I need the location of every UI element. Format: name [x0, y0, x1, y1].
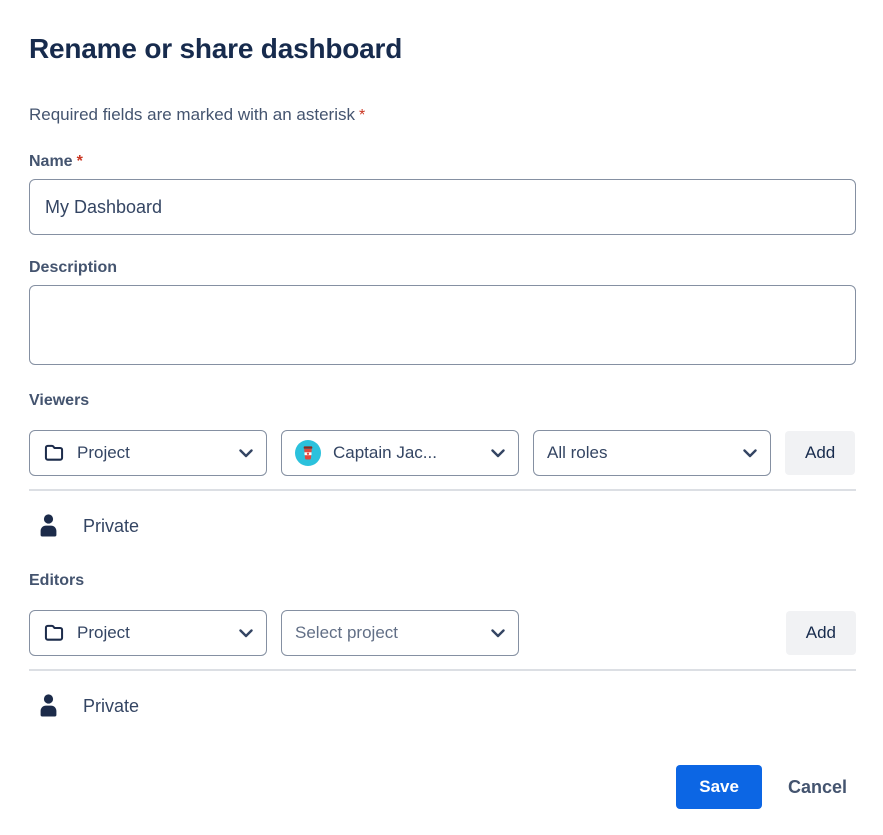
viewers-project-select-value: Captain Jac... — [333, 443, 437, 462]
editors-access-status-row: Private — [29, 691, 856, 721]
viewers-type-select-value: Project — [77, 443, 130, 462]
viewers-role-select[interactable]: All roles — [533, 430, 771, 476]
viewers-project-select[interactable]: Captain Jac... — [281, 430, 519, 476]
chevron-down-icon — [743, 448, 757, 458]
description-field-group: Description — [29, 258, 856, 365]
folder-icon — [43, 442, 65, 464]
folder-icon — [43, 622, 65, 644]
rename-share-dashboard-dialog: Rename or share dashboard Required field… — [0, 0, 883, 835]
name-label: Name * — [29, 152, 856, 171]
cancel-button[interactable]: Cancel — [788, 777, 847, 798]
viewers-access-status: Private — [83, 515, 140, 536]
editors-access-status: Private — [83, 695, 140, 716]
chevron-down-icon — [491, 628, 505, 638]
description-textarea[interactable] — [29, 285, 856, 365]
name-input[interactable] — [29, 179, 856, 235]
editors-add-button[interactable]: Add — [785, 611, 856, 655]
viewers-role-select-value: All roles — [547, 443, 608, 462]
viewers-access-status-row: Private — [29, 511, 856, 541]
dialog-footer: Save Cancel — [29, 765, 856, 809]
person-icon — [38, 694, 59, 718]
editors-type-select-value: Project — [77, 623, 130, 642]
divider — [29, 669, 856, 671]
save-button[interactable]: Save — [676, 765, 762, 809]
chevron-down-icon — [239, 448, 253, 458]
name-field-group: Name * — [29, 152, 856, 235]
divider — [29, 489, 856, 491]
editors-type-select[interactable]: Project — [29, 610, 267, 656]
editors-project-select[interactable]: Select project — [281, 610, 519, 656]
chevron-down-icon — [491, 448, 505, 458]
person-icon — [38, 514, 59, 538]
viewers-section: Viewers Project Captain Jac... All roles… — [29, 391, 856, 541]
description-label: Description — [29, 259, 118, 276]
required-note: Required fields are marked with an aster… — [29, 105, 856, 126]
editors-select-row: Project Select project Add — [29, 610, 856, 656]
required-asterisk: * — [358, 107, 366, 124]
editors-label: Editors — [29, 572, 85, 589]
viewers-type-select[interactable]: Project — [29, 430, 267, 476]
editors-project-select-placeholder: Select project — [295, 623, 398, 642]
dialog-title: Rename or share dashboard — [29, 33, 403, 64]
viewers-label: Viewers — [29, 392, 90, 409]
viewers-select-row: Project Captain Jac... All roles Add — [29, 430, 856, 476]
editors-section: Editors Project Select project Add Priva… — [29, 571, 856, 721]
name-label-text: Name — [29, 153, 73, 170]
chevron-down-icon — [239, 628, 253, 638]
required-note-text: Required fields are marked with an aster… — [29, 105, 355, 124]
name-required-asterisk: * — [76, 153, 83, 170]
viewers-add-button[interactable]: Add — [785, 431, 856, 475]
user-avatar — [295, 440, 321, 466]
